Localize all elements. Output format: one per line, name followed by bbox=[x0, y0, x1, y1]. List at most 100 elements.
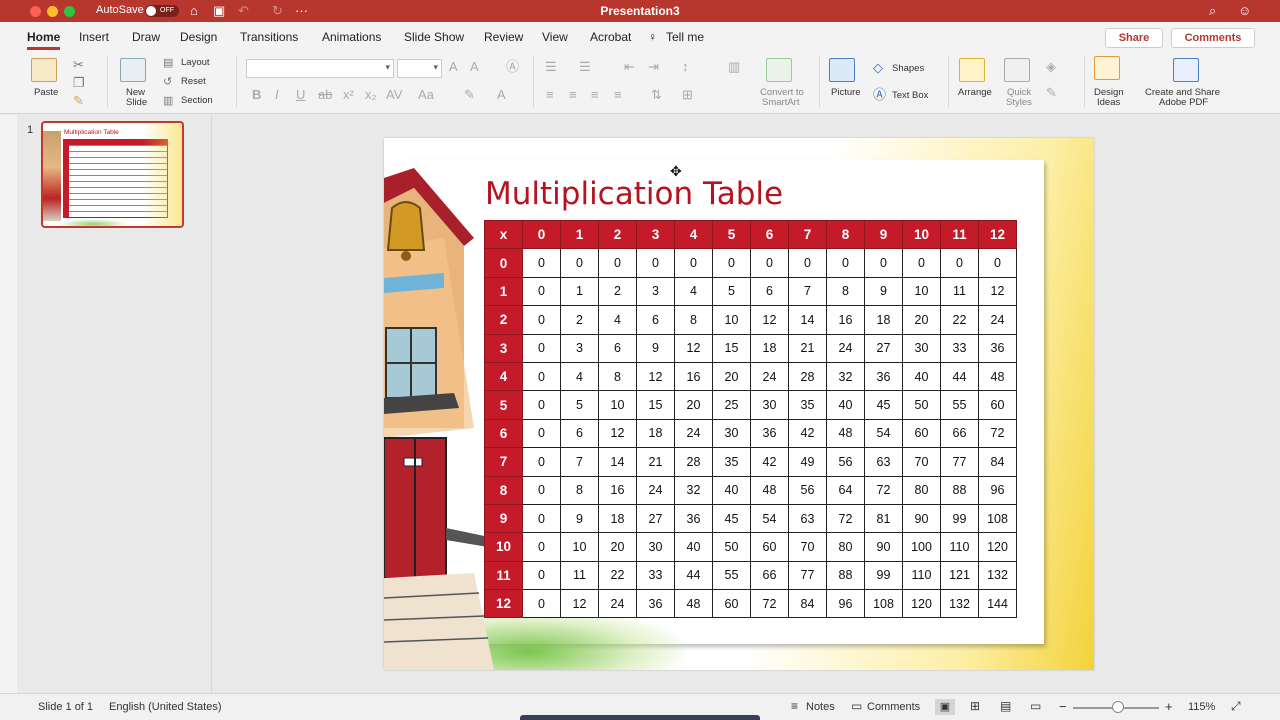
tab-design[interactable]: Design bbox=[180, 30, 217, 44]
new-slide-icon[interactable] bbox=[120, 58, 146, 82]
paste-icon[interactable] bbox=[31, 58, 57, 82]
quick-styles-icon[interactable] bbox=[1004, 58, 1030, 82]
section-icon[interactable]: ▥ bbox=[163, 94, 173, 108]
increase-font-icon[interactable]: A bbox=[449, 60, 458, 74]
slide-sorter-icon[interactable]: ⊞ bbox=[970, 699, 980, 713]
tell-me-search[interactable]: Tell me bbox=[666, 30, 704, 44]
align-center-icon[interactable]: ≡ bbox=[569, 88, 577, 102]
format-painter-icon[interactable]: ✎ bbox=[73, 94, 84, 108]
slide-thumbnail[interactable]: Multiplication Table bbox=[41, 121, 184, 228]
notes-icon[interactable]: ≡ bbox=[791, 699, 798, 713]
tab-animations[interactable]: Animations bbox=[322, 30, 381, 44]
font-color-icon[interactable]: A bbox=[497, 88, 506, 102]
normal-view-icon[interactable]: ▣ bbox=[935, 699, 955, 715]
table-cell: 20 bbox=[674, 390, 713, 420]
table-cell: 0 bbox=[522, 475, 561, 505]
tab-review[interactable]: Review bbox=[484, 30, 523, 44]
slide-title[interactable]: Multiplication Table bbox=[485, 176, 783, 212]
multiplication-table[interactable]: x 0 1 2 3 4 5 6 7 8 9 10 11 12 0 0 0 0 0 0 0 0 0 0 0 0 0 0 1 0 1 2 3 4 5 6 7… bbox=[484, 219, 1017, 619]
table-cell: 25 bbox=[712, 390, 751, 420]
tab-draw[interactable]: Draw bbox=[132, 30, 160, 44]
table-cell: 24 bbox=[750, 361, 789, 392]
table-row: 11 0 11 22 33 44 55 66 77 88 99 110 121 132 bbox=[484, 560, 1017, 591]
account-icon[interactable]: ☺ bbox=[1238, 3, 1251, 19]
text-box-icon[interactable]: Ⓐ bbox=[873, 88, 886, 102]
shapes-icon[interactable]: ◇ bbox=[873, 61, 883, 75]
font-size-combo[interactable] bbox=[397, 59, 442, 78]
comments-status-icon[interactable]: ▭ bbox=[851, 699, 862, 713]
columns-icon[interactable]: ▥ bbox=[728, 60, 740, 74]
text-box-button[interactable]: Text Box bbox=[892, 91, 928, 101]
tab-home[interactable]: Home bbox=[27, 30, 61, 50]
arrange-icon[interactable] bbox=[959, 58, 985, 82]
numbering-icon[interactable]: ☰ bbox=[579, 60, 591, 74]
picture-icon[interactable] bbox=[829, 58, 855, 82]
underline-icon[interactable]: U bbox=[296, 88, 305, 102]
increase-indent-icon[interactable]: ⇥ bbox=[648, 60, 659, 74]
notes-button[interactable]: Notes bbox=[806, 701, 835, 713]
layout-icon[interactable]: ▤ bbox=[163, 56, 173, 70]
zoom-level[interactable]: 115% bbox=[1188, 701, 1215, 713]
shapes-button[interactable]: Shapes bbox=[892, 64, 924, 74]
align-text-icon[interactable]: ⊞ bbox=[682, 88, 693, 102]
section-button[interactable]: Section bbox=[181, 96, 213, 106]
table-cell: 144 bbox=[978, 589, 1017, 619]
table-cell: 0 bbox=[788, 248, 827, 278]
reading-view-icon[interactable]: ▤ bbox=[1000, 699, 1011, 713]
tab-transitions[interactable]: Transitions bbox=[240, 30, 298, 44]
zoom-slider-knob[interactable] bbox=[1112, 701, 1124, 713]
clear-format-icon[interactable]: Ⓐ bbox=[506, 60, 519, 74]
fit-to-window-icon[interactable]: ⤢ bbox=[1231, 699, 1241, 714]
row-header-cell: 7 bbox=[484, 447, 523, 477]
zoom-out-icon[interactable]: − bbox=[1059, 699, 1067, 714]
superscript-icon[interactable]: x² bbox=[343, 88, 354, 102]
shape-outline-icon[interactable]: ✎ bbox=[1046, 86, 1057, 100]
tab-view[interactable]: View bbox=[542, 30, 568, 44]
table-cell: 27 bbox=[636, 503, 675, 534]
convert-smartart-icon[interactable] bbox=[766, 58, 792, 82]
table-cell: 0 bbox=[712, 248, 751, 278]
table-cell: 90 bbox=[902, 503, 941, 534]
character-spacing-icon[interactable]: AV bbox=[386, 88, 402, 102]
tab-insert[interactable]: Insert bbox=[79, 30, 109, 44]
share-button[interactable]: Share bbox=[1105, 28, 1163, 48]
align-right-icon[interactable]: ≡ bbox=[591, 88, 599, 102]
language-indicator[interactable]: English (United States) bbox=[109, 701, 222, 713]
slideshow-view-icon[interactable]: ▭ bbox=[1030, 699, 1041, 713]
italic-icon[interactable]: I bbox=[275, 88, 279, 102]
adobe-pdf-icon[interactable] bbox=[1173, 58, 1199, 82]
strikethrough-icon[interactable]: ab bbox=[318, 88, 332, 102]
reset-button[interactable]: Reset bbox=[181, 77, 206, 87]
bullets-icon[interactable]: ☰ bbox=[545, 60, 557, 74]
zoom-in-icon[interactable]: + bbox=[1165, 699, 1173, 714]
decrease-indent-icon[interactable]: ⇤ bbox=[624, 60, 635, 74]
table-cell: 50 bbox=[712, 532, 751, 562]
bold-icon[interactable]: B bbox=[252, 88, 261, 102]
justify-icon[interactable]: ≡ bbox=[614, 88, 622, 102]
tab-slide-show[interactable]: Slide Show bbox=[404, 30, 464, 44]
subscript-icon[interactable]: x₂ bbox=[365, 88, 377, 102]
table-cell: 0 bbox=[522, 589, 561, 619]
design-ideas-icon[interactable] bbox=[1094, 56, 1120, 80]
text-direction-icon[interactable]: ⇅ bbox=[651, 88, 662, 102]
cut-icon[interactable]: ✂ bbox=[73, 58, 84, 72]
slide-1[interactable]: Multiplication Table x 0 1 2 3 4 5 6 7 8 9 10 11 12 0 0… bbox=[384, 138, 1094, 670]
table-row: 4 0 4 8 12 16 20 24 28 32 36 40 44 48 bbox=[484, 361, 1017, 392]
tab-acrobat[interactable]: Acrobat bbox=[590, 30, 631, 44]
column-header-cell: 0 bbox=[522, 219, 561, 250]
shape-fill-icon[interactable]: ◈ bbox=[1046, 60, 1056, 74]
change-case-icon[interactable]: Aa bbox=[418, 88, 434, 102]
reset-icon[interactable]: ↺ bbox=[163, 75, 172, 89]
align-left-icon[interactable]: ≡ bbox=[546, 88, 554, 102]
layout-button[interactable]: Layout bbox=[181, 58, 210, 68]
comments-button[interactable]: Comments bbox=[1171, 28, 1255, 48]
line-spacing-icon[interactable]: ↕ bbox=[682, 60, 689, 74]
copy-icon[interactable]: ❐ bbox=[73, 76, 85, 90]
table-cell: 30 bbox=[636, 532, 675, 562]
font-name-combo[interactable] bbox=[246, 59, 394, 78]
comments-status-button[interactable]: Comments bbox=[867, 701, 920, 713]
highlight-icon[interactable]: ✎ bbox=[464, 88, 475, 102]
table-cell: 63 bbox=[788, 503, 827, 534]
search-icon[interactable]: ⌕ bbox=[1209, 3, 1216, 19]
decrease-font-icon[interactable]: A bbox=[470, 60, 479, 74]
